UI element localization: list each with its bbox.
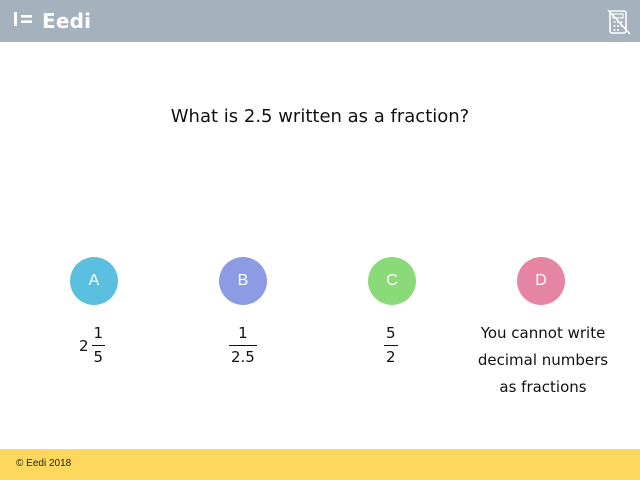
option-c-denominator: 2 <box>384 345 398 366</box>
option-b-fraction: 1 2.5 <box>229 325 257 366</box>
option-d-answer[interactable]: You cannot write decimal numbers as frac… <box>470 320 616 401</box>
option-a-numerator: 1 <box>93 324 104 342</box>
option-a-denominator: 5 <box>91 345 106 366</box>
question-text: What is 2.5 written as a fraction? <box>170 106 470 127</box>
option-a-letter: A <box>88 272 100 289</box>
option-d-line-2: decimal numbers <box>477 351 609 369</box>
option-c-letter: C <box>386 272 398 289</box>
option-c-answer[interactable]: 5 2 <box>384 325 398 366</box>
eedi-logo-icon <box>14 11 34 32</box>
option-b-letter: B <box>237 272 249 289</box>
option-c-fraction: 5 2 <box>384 325 398 366</box>
option-a-answer[interactable]: 2 1 5 <box>79 324 106 366</box>
option-a-whole-number: 2 <box>79 336 89 355</box>
header-bar: Eedi <box>0 0 640 42</box>
option-d-letter: D <box>535 272 547 289</box>
footer-bar: © Eedi 2018 <box>0 449 640 480</box>
option-b-answer[interactable]: 1 2.5 <box>229 325 257 366</box>
option-d-badge[interactable]: D <box>517 257 565 305</box>
option-b-badge[interactable]: B <box>219 257 267 305</box>
calculator-not-allowed-icon <box>607 9 631 35</box>
option-b-denominator: 2.5 <box>229 345 257 366</box>
option-d-line-3: as fractions <box>499 378 587 396</box>
option-a-fraction: 1 5 <box>91 324 106 366</box>
option-d-line-1: You cannot write <box>480 324 606 342</box>
option-c-numerator: 5 <box>386 324 396 342</box>
option-b-numerator: 1 <box>238 324 248 342</box>
option-a-badge[interactable]: A <box>70 257 118 305</box>
eedi-logo[interactable]: Eedi <box>14 8 91 34</box>
option-c-badge[interactable]: C <box>368 257 416 305</box>
copyright-text: © Eedi 2018 <box>16 458 72 469</box>
brand-name: Eedi <box>42 9 92 33</box>
